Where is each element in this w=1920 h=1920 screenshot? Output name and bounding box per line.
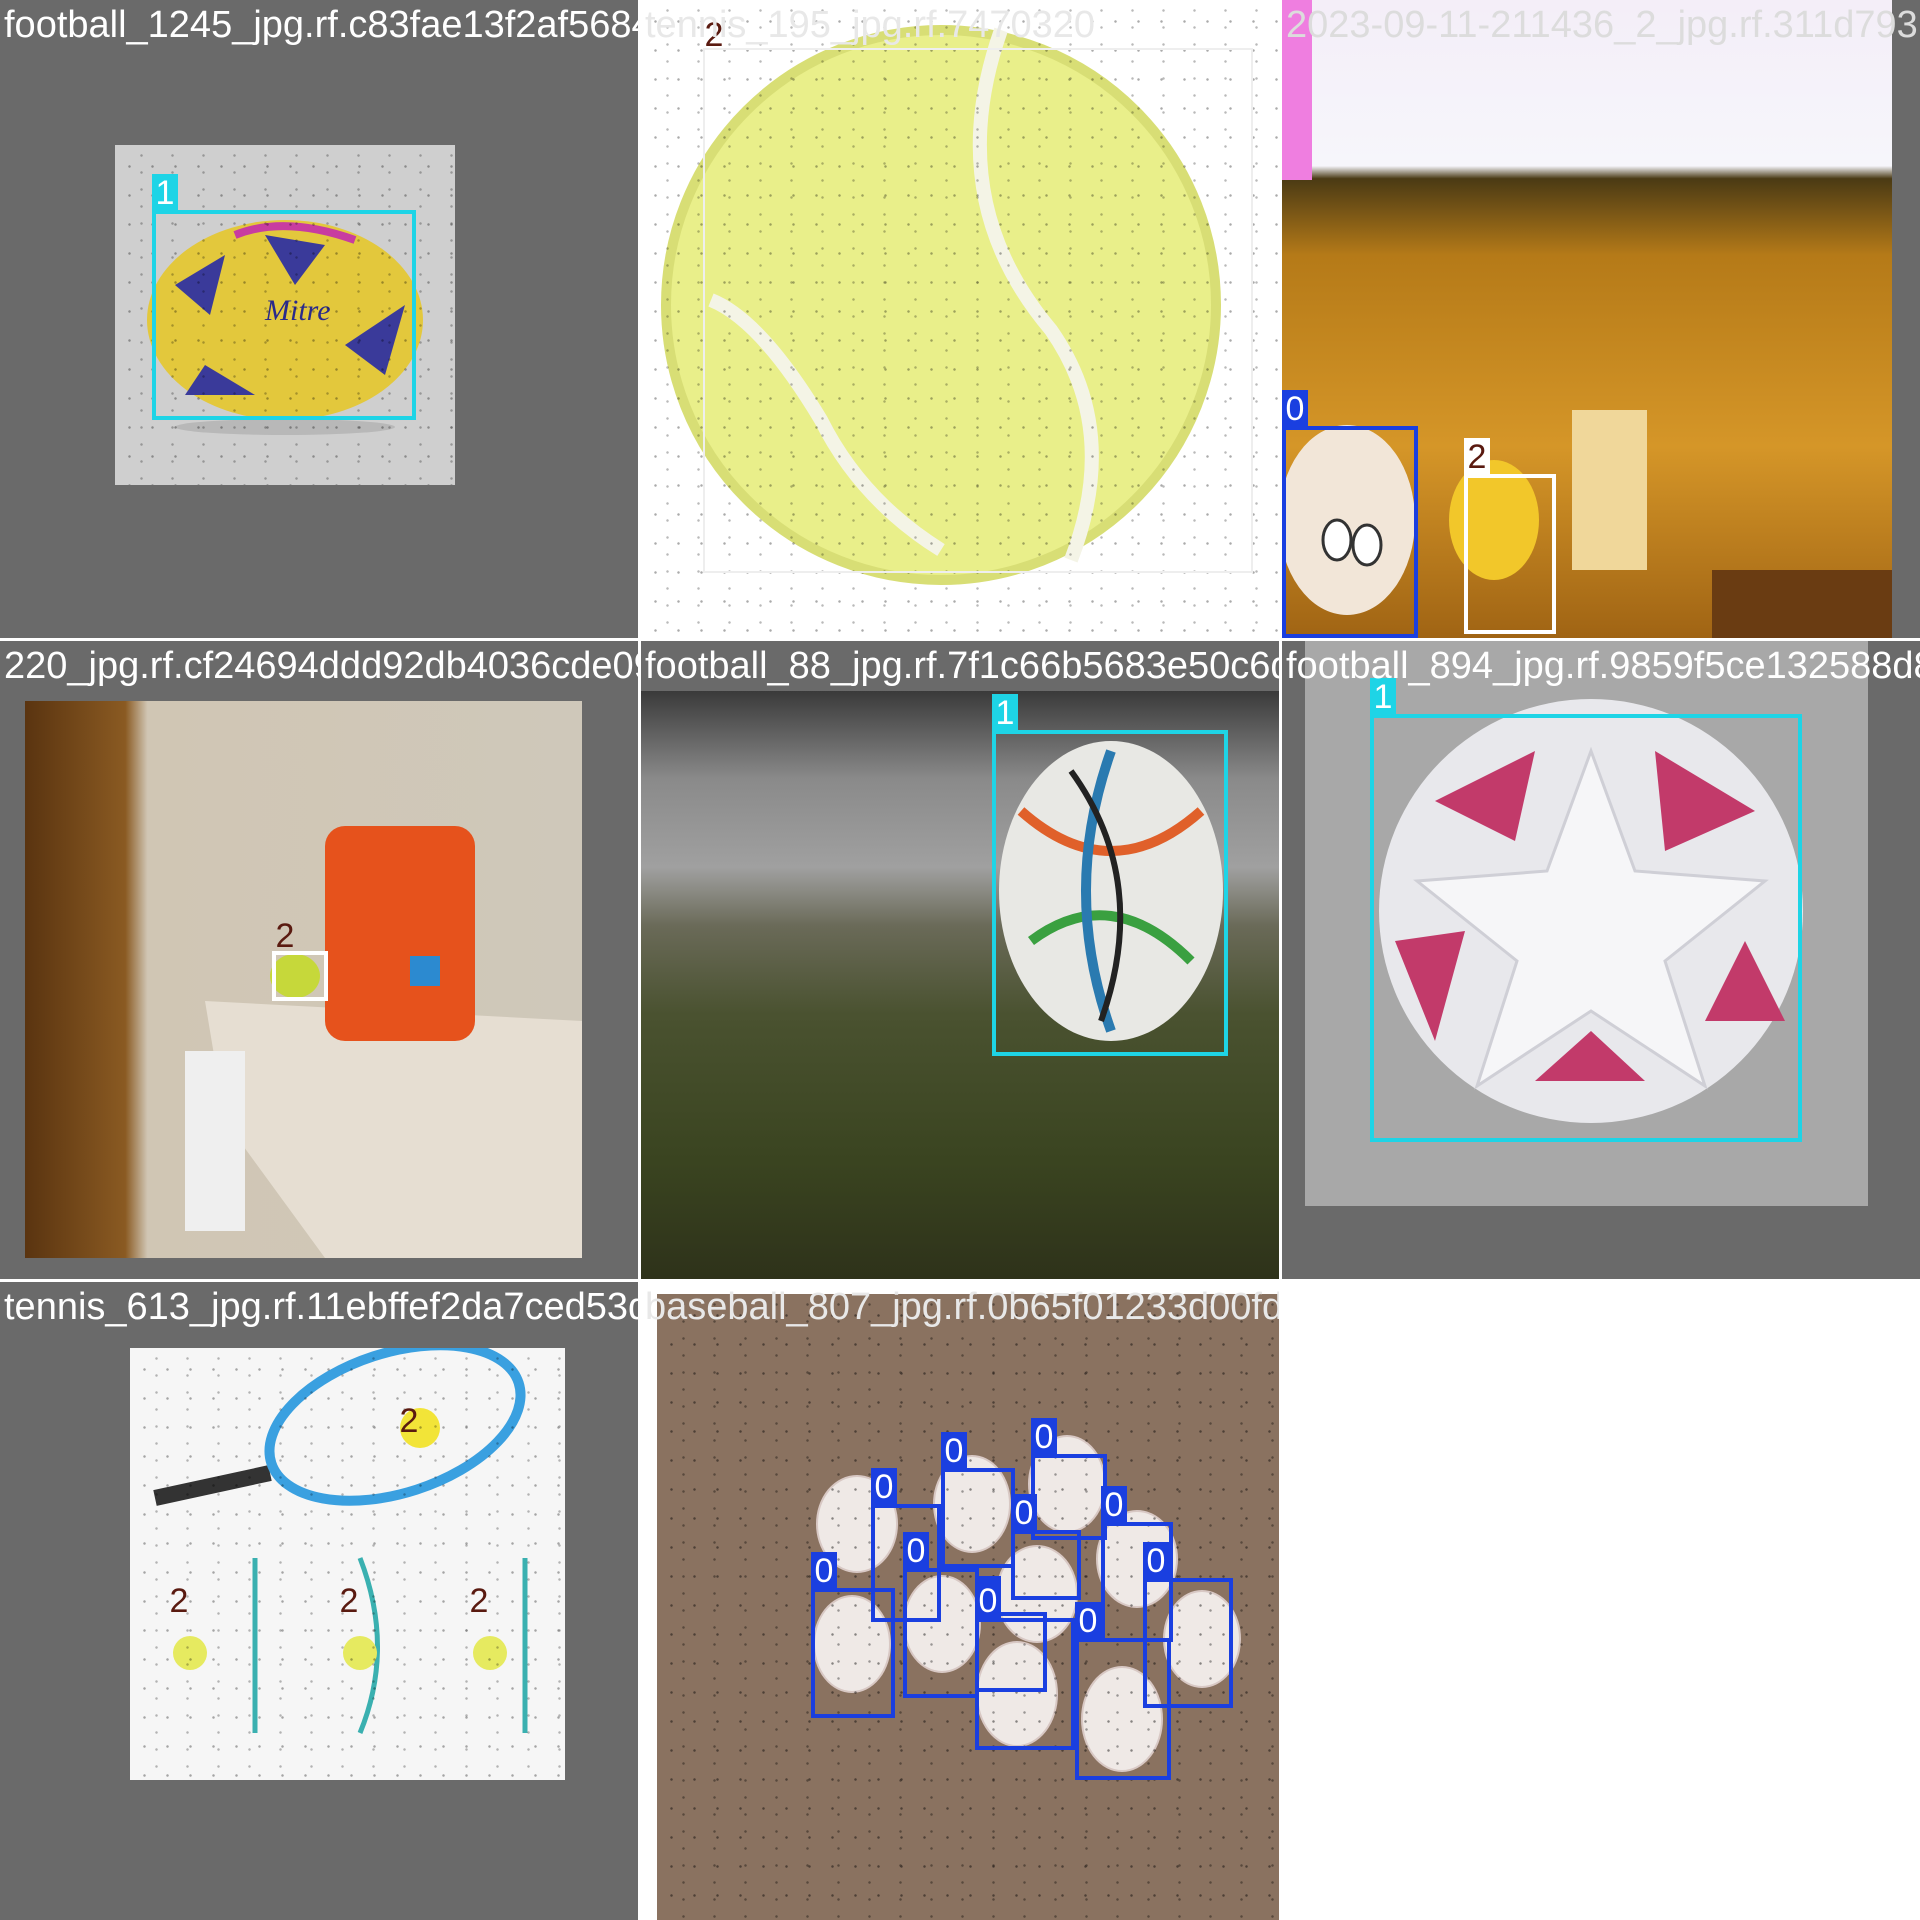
bbox-tennis-ball: 2 [336,1582,384,1658]
bbox-label: 2 [469,1582,489,1620]
bbox-baseball: 0 [1031,1418,1107,1540]
bbox-label: 0 [1282,390,1308,428]
bbox-label: 1 [1370,678,1396,716]
bbox-label: 2 [399,1402,419,1440]
tile-220: 2 220_jpg.rf.cf24694ddd92db4036cde09d623… [0,641,638,1279]
bbox-label: 0 [1031,1418,1057,1456]
tile-tennis-195: 2 tennis_195_jpg.rf.7470320 [641,0,1279,638]
tile-football-1245: Mitre 1 football_1245_jpg.rf.c83fae13f2a… [0,0,638,638]
bbox-tennis-ball: 2 [166,1582,214,1658]
bbox-baseball-toy: 0 [1282,390,1418,638]
bbox-label: 2 [275,917,295,955]
tile-empty [1282,1282,1920,1920]
bbox-tennis-ball: 2 [703,16,1253,573]
bbox-baseball: 0 [941,1432,1015,1568]
bbox-label: 1 [152,174,178,212]
tile-caption: football_88_jpg.rf.7f1c66b5683e50c6d5fd [645,645,1279,687]
bbox-label: 1 [992,694,1018,732]
tile-baseball-807: 0 0 0 0 0 0 0 0 0 0 0 baseball_ [641,1282,1279,1920]
bbox-label: 2 [339,1582,359,1620]
bbox-football: 1 [1370,678,1802,1142]
tile-football-894: 1 football_894_jpg.rf.9859f5ce132588d8 [1282,641,1920,1279]
bbox-label: 0 [1143,1542,1169,1580]
tile-caption: football_1245_jpg.rf.c83fae13f2af5684 [4,4,638,46]
bbox-baseball: 0 [1143,1542,1233,1708]
bbox-tennis-ball: 2 [1464,438,1556,634]
bbox-label: 2 [1464,438,1490,476]
bbox-label: 2 [704,16,724,54]
bbox-baseball: 0 [975,1582,1075,1750]
photo-racket-diagram [130,1348,565,1780]
bbox-label: 0 [1101,1486,1127,1524]
bbox-tennis-ball: 2 [466,1582,514,1658]
bbox-baseball: 0 [903,1532,979,1698]
detection-mosaic: Mitre 1 football_1245_jpg.rf.c83fae13f2a… [0,0,1920,1920]
bbox-label: 0 [941,1432,967,1470]
bbox-label: 0 [1075,1602,1101,1640]
bbox-label: 0 [975,1582,1001,1620]
tile-caption: tennis_613_jpg.rf.11ebffef2da7ced53db975 [4,1286,638,1328]
bbox-football: 1 [152,174,416,420]
bbox-label: 0 [811,1552,837,1590]
tile-caption: 220_jpg.rf.cf24694ddd92db4036cde09d623f [4,645,638,687]
bbox-label: 0 [871,1468,897,1506]
bbox-label: 2 [169,1582,189,1620]
bbox-label: 0 [1011,1494,1037,1532]
bbox-tennis-ball: 2 [272,917,328,1001]
tile-2023-09-11: 0 2 2023-09-11-211436_2_jpg.rf.311d793 [1282,0,1920,638]
bbox-tennis-ball: 2 [396,1402,444,1478]
bbox-baseball: 0 [1011,1494,1081,1600]
tile-football-88: 1 football_88_jpg.rf.7f1c66b5683e50c6d5f… [641,641,1279,1279]
bbox-football: 1 [992,694,1228,1056]
tile-tennis-613: 2 2 2 2 tennis_613_jpg.rf.11ebffef2da7ce… [0,1282,638,1920]
bbox-label: 0 [903,1532,929,1570]
